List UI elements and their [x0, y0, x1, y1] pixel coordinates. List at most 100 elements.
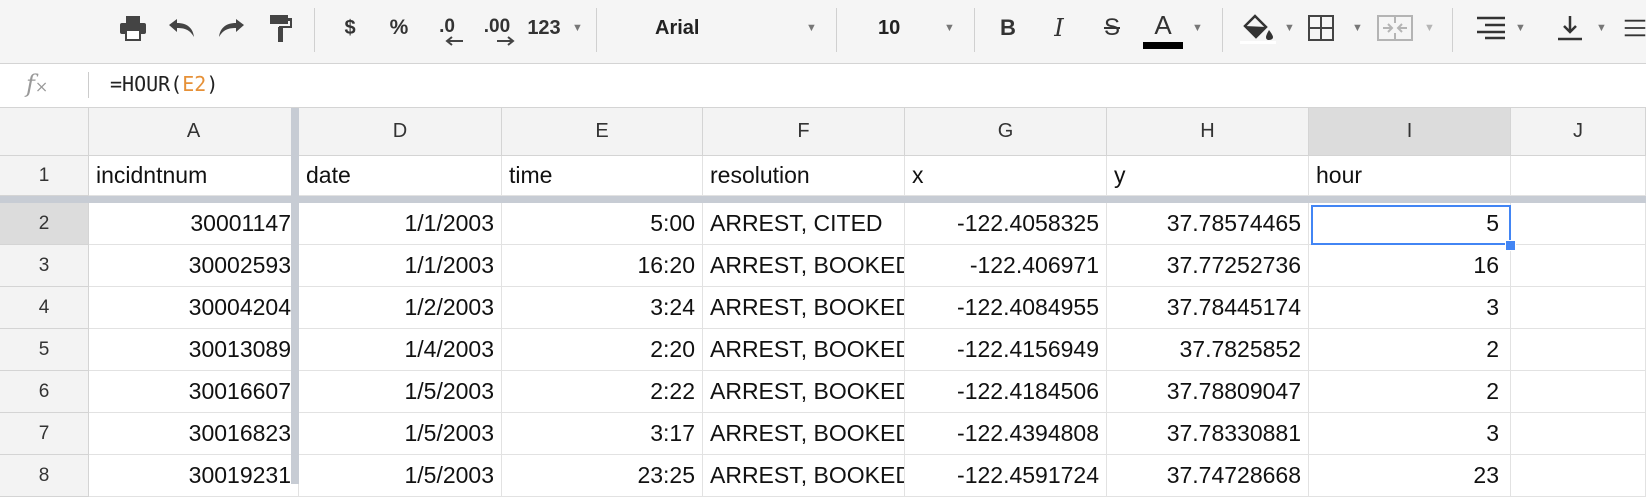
cell-g8[interactable]: -122.4591724 — [905, 455, 1107, 497]
row-header-8[interactable]: 8 — [0, 455, 89, 497]
fill-handle[interactable] — [1505, 240, 1516, 251]
print-icon[interactable] — [118, 0, 148, 56]
cell-e8[interactable]: 23:25 — [502, 455, 703, 497]
cell-e1[interactable]: time — [502, 156, 703, 196]
cell-d3[interactable]: 1/1/2003 — [299, 245, 502, 287]
paint-format-icon[interactable] — [266, 0, 296, 56]
chevron-down-icon[interactable]: ▼ — [1284, 0, 1295, 56]
cell-e6[interactable]: 2:22 — [502, 371, 703, 413]
cell-a3[interactable]: 30002593 — [89, 245, 299, 287]
font-family-select[interactable]: Arial — [655, 0, 699, 56]
formula-input[interactable]: =HOUR(E2) — [110, 72, 218, 96]
cell-h6[interactable]: 37.78809047 — [1107, 371, 1309, 413]
cell-f5[interactable]: ARREST, BOOKED — [703, 329, 905, 371]
frozen-column-divider[interactable] — [291, 108, 299, 484]
undo-icon[interactable] — [164, 0, 198, 56]
cell-i3[interactable]: 16 — [1309, 245, 1511, 287]
cell-f8[interactable]: ARREST, BOOKED — [703, 455, 905, 497]
cell-a2[interactable]: 30001147 — [89, 203, 299, 245]
cell-g7[interactable]: -122.4394808 — [905, 413, 1107, 455]
cell-h7[interactable]: 37.78330881 — [1107, 413, 1309, 455]
cell-j7[interactable] — [1511, 413, 1646, 455]
row-header-3[interactable]: 3 — [0, 245, 89, 287]
cell-h2[interactable]: 37.78574465 — [1107, 203, 1309, 245]
merge-cells-icon[interactable] — [1376, 0, 1414, 56]
chevron-down-icon[interactable]: ▼ — [1515, 0, 1526, 56]
row-header-1[interactable]: 1 — [0, 156, 89, 196]
frozen-row-divider[interactable] — [0, 196, 1646, 203]
percent-format-button[interactable]: % — [384, 0, 414, 56]
borders-icon[interactable] — [1306, 0, 1336, 56]
column-header-h[interactable]: H — [1107, 108, 1309, 156]
cell-g4[interactable]: -122.4084955 — [905, 287, 1107, 329]
cell-i8[interactable]: 23 — [1309, 455, 1511, 497]
cell-j5[interactable] — [1511, 329, 1646, 371]
cell-f4[interactable]: ARREST, BOOKED — [703, 287, 905, 329]
currency-format-button[interactable]: $ — [337, 0, 363, 56]
chevron-down-icon[interactable]: ▼ — [944, 0, 955, 56]
bold-button[interactable]: B — [995, 0, 1021, 56]
cell-i6[interactable]: 2 — [1309, 371, 1511, 413]
cell-i5[interactable]: 2 — [1309, 329, 1511, 371]
cell-d1[interactable]: date — [299, 156, 502, 196]
cell-e5[interactable]: 2:20 — [502, 329, 703, 371]
chevron-down-icon[interactable]: ▼ — [1596, 0, 1607, 56]
cell-d8[interactable]: 1/5/2003 — [299, 455, 502, 497]
cell-f3[interactable]: ARREST, BOOKED — [703, 245, 905, 287]
cell-e4[interactable]: 3:24 — [502, 287, 703, 329]
more-formats-button[interactable]: 123 — [523, 0, 565, 56]
cell-g6[interactable]: -122.4184506 — [905, 371, 1107, 413]
row-header-2[interactable]: 2 — [0, 203, 89, 245]
cell-d4[interactable]: 1/2/2003 — [299, 287, 502, 329]
cell-a4[interactable]: 30004204 — [89, 287, 299, 329]
vertical-align-icon[interactable] — [1554, 0, 1586, 56]
cell-e7[interactable]: 3:17 — [502, 413, 703, 455]
cell-h4[interactable]: 37.78445174 — [1107, 287, 1309, 329]
horizontal-align-icon[interactable] — [1474, 0, 1508, 56]
strikethrough-button[interactable]: S — [1098, 0, 1126, 56]
cell-f6[interactable]: ARREST, BOOKED — [703, 371, 905, 413]
cell-e2[interactable]: 5:00 — [502, 203, 703, 245]
font-size-select[interactable]: 10 — [878, 0, 900, 56]
cell-d2[interactable]: 1/1/2003 — [299, 203, 502, 245]
column-header-a[interactable]: A — [89, 108, 299, 156]
cell-g3[interactable]: -122.406971 — [905, 245, 1107, 287]
cell-j6[interactable] — [1511, 371, 1646, 413]
fill-color-icon[interactable] — [1237, 0, 1279, 56]
cell-i7[interactable]: 3 — [1309, 413, 1511, 455]
cell-j4[interactable] — [1511, 287, 1646, 329]
cell-h5[interactable]: 37.7825852 — [1107, 329, 1309, 371]
cell-j2[interactable] — [1511, 203, 1646, 245]
cell-a7[interactable]: 30016823 — [89, 413, 299, 455]
cell-d6[interactable]: 1/5/2003 — [299, 371, 502, 413]
column-header-g[interactable]: G — [905, 108, 1107, 156]
cell-j3[interactable] — [1511, 245, 1646, 287]
cell-i4[interactable]: 3 — [1309, 287, 1511, 329]
text-wrap-icon[interactable] — [1624, 0, 1646, 56]
cell-a1[interactable]: incidntnum — [89, 156, 299, 196]
cell-d5[interactable]: 1/4/2003 — [299, 329, 502, 371]
column-header-e[interactable]: E — [502, 108, 703, 156]
cell-f1[interactable]: resolution — [703, 156, 905, 196]
cell-a8[interactable]: 30019231 — [89, 455, 299, 497]
cell-h3[interactable]: 37.77252736 — [1107, 245, 1309, 287]
cell-h1[interactable]: y — [1107, 156, 1309, 196]
row-header-4[interactable]: 4 — [0, 287, 89, 329]
italic-button[interactable]: I — [1046, 0, 1072, 56]
chevron-down-icon[interactable]: ▼ — [1192, 0, 1203, 56]
cell-a6[interactable]: 30016607 — [89, 371, 299, 413]
cell-a5[interactable]: 30013089 — [89, 329, 299, 371]
text-color-button[interactable]: A — [1143, 0, 1183, 46]
cell-g5[interactable]: -122.4156949 — [905, 329, 1107, 371]
row-header-5[interactable]: 5 — [0, 329, 89, 371]
column-header-f[interactable]: F — [703, 108, 905, 156]
chevron-down-icon[interactable]: ▼ — [806, 0, 817, 56]
cell-f2[interactable]: ARREST, CITED — [703, 203, 905, 245]
chevron-down-icon[interactable]: ▼ — [1424, 0, 1435, 56]
column-header-i[interactable]: I — [1309, 108, 1511, 156]
column-header-j[interactable]: J — [1511, 108, 1646, 156]
chevron-down-icon[interactable]: ▼ — [572, 0, 583, 56]
cell-i1[interactable]: hour — [1309, 156, 1511, 196]
column-header-d[interactable]: D — [299, 108, 502, 156]
redo-icon[interactable] — [215, 0, 249, 56]
